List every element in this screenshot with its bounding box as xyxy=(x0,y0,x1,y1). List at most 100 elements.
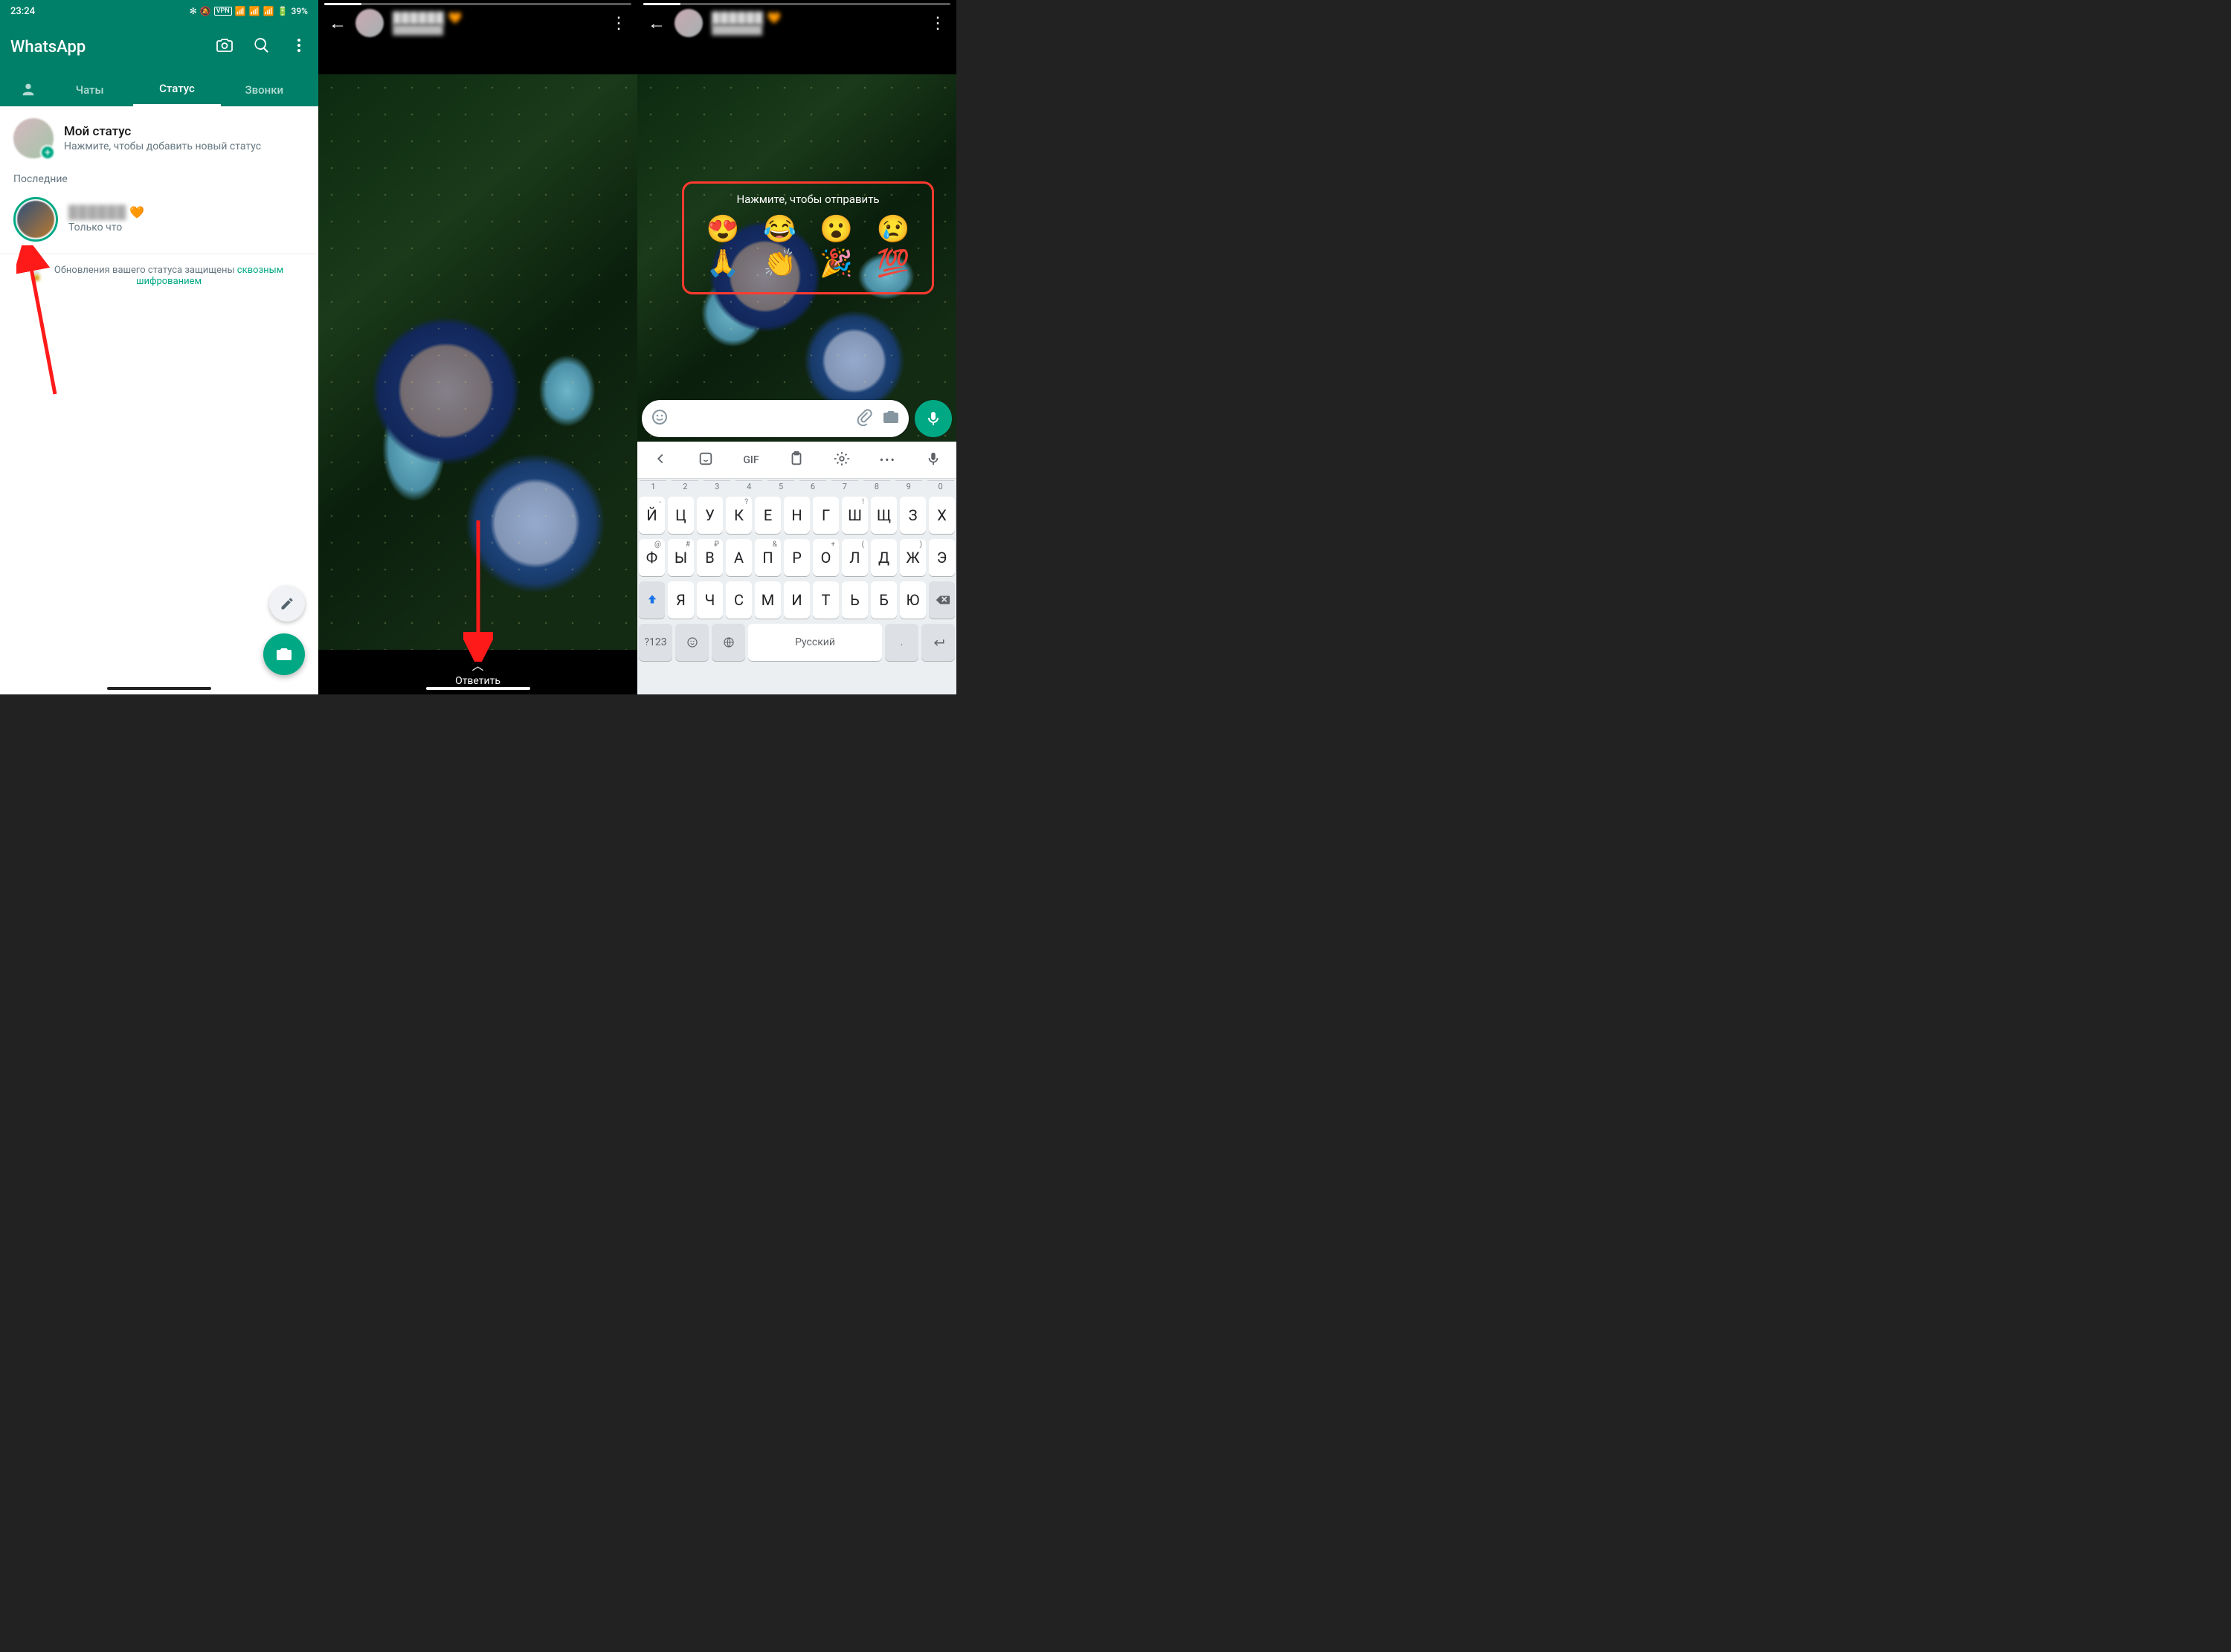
my-status-row[interactable]: + Мой статус Нажмите, чтобы добавить нов… xyxy=(0,106,318,170)
kbd-more-icon[interactable]: ••• xyxy=(880,453,896,467)
fab-edit-status[interactable] xyxy=(269,586,305,622)
key-Щ[interactable]: Щ xyxy=(871,497,897,534)
contact-avatar[interactable] xyxy=(675,9,703,37)
key-Р[interactable]: Р xyxy=(784,539,810,576)
encryption-notice: 🔒 Обновления вашего статуса защищены скв… xyxy=(0,254,318,297)
more-icon[interactable] xyxy=(290,36,308,57)
app-title: WhatsApp xyxy=(10,38,86,57)
mic-button[interactable] xyxy=(915,400,952,437)
reaction-sad[interactable]: 😢 xyxy=(876,213,910,245)
reaction-pray[interactable]: 🙏 xyxy=(706,248,740,279)
key-А[interactable]: А xyxy=(726,539,752,576)
key-П[interactable]: П& xyxy=(755,539,781,576)
reaction-100[interactable]: 💯 xyxy=(876,248,910,279)
camera-icon[interactable] xyxy=(882,408,900,429)
key-Е[interactable]: Е xyxy=(755,497,781,534)
recent-status-item[interactable]: ██████🧡 Только что xyxy=(0,191,318,254)
key-Б[interactable]: Б xyxy=(871,581,897,619)
more-icon[interactable]: ⋮ xyxy=(611,14,627,33)
language-key[interactable] xyxy=(712,624,745,661)
key-Ч[interactable]: Ч xyxy=(697,581,723,619)
kbd-back-icon[interactable] xyxy=(652,451,669,470)
reaction-wow[interactable]: 😮 xyxy=(820,213,853,245)
sticker-icon[interactable] xyxy=(698,451,714,470)
reaction-party[interactable]: 🎉 xyxy=(820,248,853,279)
contact-name: ██████ 🧡 xyxy=(712,11,782,25)
key-Э[interactable]: Э xyxy=(929,539,955,576)
attach-icon[interactable] xyxy=(855,408,873,429)
symbols-key[interactable]: ?123 xyxy=(639,624,672,661)
status-time: 23:24 xyxy=(10,6,35,17)
key-С[interactable]: С xyxy=(726,581,752,619)
back-icon[interactable]: ← xyxy=(648,13,666,34)
key-О[interactable]: О+ xyxy=(813,539,839,576)
key-Х[interactable]: Х xyxy=(929,497,955,534)
contact-name: ██████ xyxy=(68,205,126,220)
status-time: Только что xyxy=(68,222,144,233)
main-tabs: Чаты Статус Звонки xyxy=(10,74,308,106)
screen-status-react: ← ██████ 🧡 ████████ ⋮ Нажмите, чтобы отп… xyxy=(637,0,956,694)
enter-key[interactable] xyxy=(921,624,955,661)
key-Л[interactable]: Л( xyxy=(842,539,868,576)
key-Д[interactable]: Д xyxy=(871,539,897,576)
tab-calls[interactable]: Звонки xyxy=(221,76,308,106)
key-Ы[interactable]: Ы# xyxy=(668,539,694,576)
key-Н[interactable]: Н xyxy=(784,497,810,534)
screen-status-list: 23:24 ✻🔕 VPN 📶📶📶 🔋39% WhatsApp Чаты xyxy=(0,0,318,694)
key-И[interactable]: И xyxy=(784,581,810,619)
tab-chats[interactable]: Чаты xyxy=(46,76,133,106)
camera-icon[interactable] xyxy=(216,36,234,57)
backspace-key[interactable] xyxy=(929,581,955,619)
key-Ф[interactable]: Ф@ xyxy=(639,539,665,576)
key-У[interactable]: У xyxy=(697,497,723,534)
nav-handle xyxy=(426,687,530,690)
tab-status[interactable]: Статус xyxy=(133,74,220,106)
key-Г[interactable]: Г xyxy=(813,497,839,534)
reply-hint[interactable]: ︿ Ответить xyxy=(318,656,637,687)
reply-input-bar xyxy=(642,400,952,437)
contact-avatar[interactable] xyxy=(355,9,384,37)
soft-keyboard: GIF ••• 1234567890 Й-ЦУК?ЕНГШ!ЩЗХ Ф@Ы#В₽… xyxy=(637,442,956,694)
more-icon[interactable]: ⋮ xyxy=(930,14,946,33)
my-avatar: + xyxy=(13,118,54,158)
key-В[interactable]: В₽ xyxy=(697,539,723,576)
contact-name: ██████ 🧡 xyxy=(393,11,463,25)
reaction-clap[interactable]: 👏 xyxy=(763,248,796,279)
clipboard-icon[interactable] xyxy=(788,451,805,470)
key-Я[interactable]: Я xyxy=(668,581,694,619)
emoji-key[interactable] xyxy=(675,624,709,661)
key-Ь[interactable]: Ь xyxy=(842,581,868,619)
status-image[interactable] xyxy=(318,74,637,650)
emoji-icon[interactable] xyxy=(651,408,669,429)
space-key[interactable]: Русский xyxy=(748,624,882,661)
key-Ц[interactable]: Ц xyxy=(668,497,694,534)
period-key[interactable]: . xyxy=(885,624,918,661)
status-icons: ✻🔕 VPN 📶📶📶 🔋39% xyxy=(190,6,308,16)
key-М[interactable]: М xyxy=(755,581,781,619)
settings-icon[interactable] xyxy=(834,451,850,470)
fab-camera[interactable] xyxy=(263,633,305,675)
key-Т[interactable]: Т xyxy=(813,581,839,619)
reaction-tears-joy[interactable]: 😂 xyxy=(763,213,796,245)
gif-button[interactable]: GIF xyxy=(743,454,759,466)
back-icon[interactable]: ← xyxy=(329,13,347,34)
message-input[interactable] xyxy=(642,400,909,437)
status-timestamp: ████████ xyxy=(393,25,463,35)
shift-key[interactable] xyxy=(639,581,665,619)
status-timestamp: ████████ xyxy=(712,25,782,35)
tab-community-icon[interactable] xyxy=(10,81,46,100)
keyboard-toolbar: GIF ••• xyxy=(637,442,956,479)
key-Ж[interactable]: Ж) xyxy=(900,539,926,576)
key-Ю[interactable]: Ю xyxy=(900,581,926,619)
key-К[interactable]: К? xyxy=(726,497,752,534)
status-ring xyxy=(13,197,58,242)
chevron-up-icon: ︿ xyxy=(318,656,637,674)
key-З[interactable]: З xyxy=(900,497,926,534)
key-Ш[interactable]: Ш! xyxy=(842,497,868,534)
search-icon[interactable] xyxy=(253,36,271,57)
quick-reactions-panel: Нажмите, чтобы отправить 😍 😂 😮 😢 🙏 👏 🎉 💯 xyxy=(682,181,934,294)
kbd-mic-icon[interactable] xyxy=(925,451,941,470)
reaction-heart-eyes[interactable]: 😍 xyxy=(706,213,740,245)
number-hint-row: 1234567890 xyxy=(637,479,956,497)
key-Й[interactable]: Й- xyxy=(639,497,665,534)
